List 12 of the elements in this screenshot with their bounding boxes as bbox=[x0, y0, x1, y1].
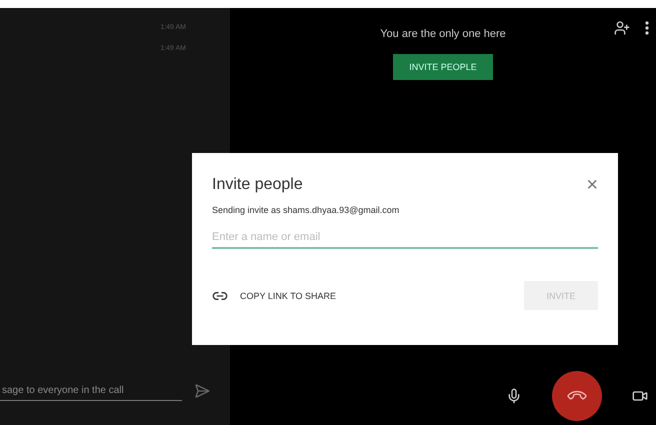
message-input[interactable]: sage to everyone in the call bbox=[0, 381, 182, 401]
dialog-title: Invite people bbox=[212, 176, 303, 194]
more-icon[interactable] bbox=[644, 20, 650, 36]
add-person-icon[interactable] bbox=[614, 20, 630, 36]
close-button[interactable]: × bbox=[586, 175, 598, 195]
send-icon[interactable] bbox=[194, 383, 210, 399]
copy-link-button[interactable]: COPY LINK TO SHARE bbox=[212, 288, 336, 304]
sender-text: Sending invite as shams.dhyaa.93@gmail.com bbox=[212, 205, 400, 215]
end-call-button[interactable] bbox=[552, 371, 602, 421]
call-status: You are the only one here bbox=[380, 28, 506, 40]
microphone-icon[interactable] bbox=[506, 388, 522, 404]
invite-people-button[interactable]: INVITE PEOPLE bbox=[393, 54, 493, 80]
